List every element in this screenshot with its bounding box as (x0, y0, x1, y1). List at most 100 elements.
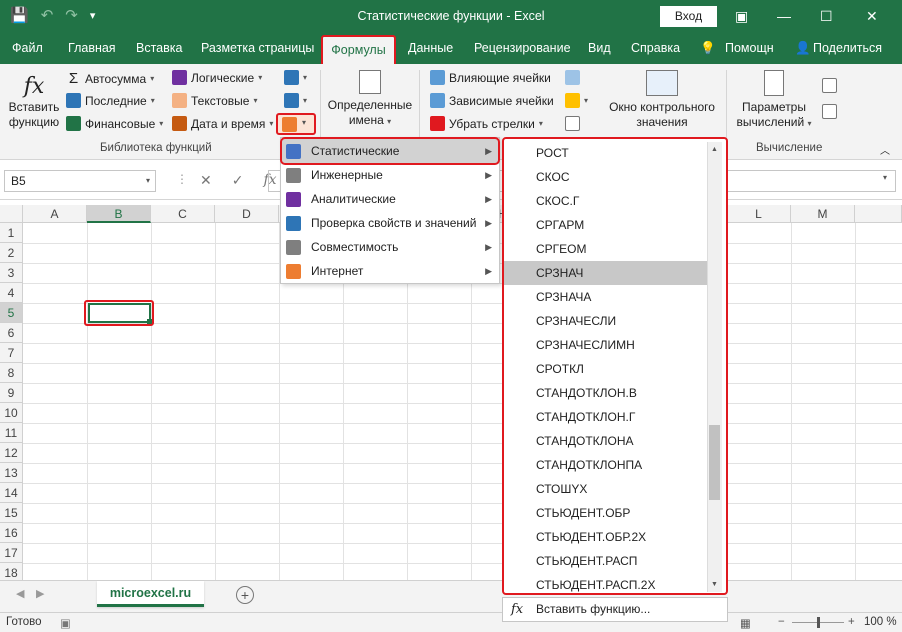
close-icon[interactable]: ✕ (866, 5, 878, 27)
function-item[interactable]: СТАНДОТКЛОН.Г (504, 405, 710, 429)
menu-item-statistical[interactable]: Статистические ▶ (280, 137, 500, 165)
calc-options-button[interactable]: Параметры вычислений ▾ (734, 70, 814, 131)
row-header[interactable]: 15 (0, 503, 23, 523)
drag-handle[interactable]: ⋮ (176, 172, 188, 186)
evaluate-formula-button[interactable] (565, 116, 580, 131)
function-item[interactable]: СКОС.Г (504, 189, 710, 213)
function-list-scrollbar[interactable] (707, 142, 722, 592)
function-item[interactable]: СТАНДОТКЛОНА (504, 429, 710, 453)
login-button[interactable]: Вход (660, 6, 717, 27)
column-header[interactable]: C (151, 205, 215, 223)
function-item[interactable]: СТАНДОТКЛОН.В (504, 381, 710, 405)
row-header[interactable]: 2 (0, 243, 23, 263)
select-all-corner[interactable] (0, 205, 23, 223)
column-header[interactable] (855, 205, 902, 223)
function-item[interactable]: СТАНДОТКЛОНПА (504, 453, 710, 477)
row-header[interactable]: 13 (0, 463, 23, 483)
trace-precedents-button[interactable]: Влияющие ячейки (430, 70, 551, 85)
row-header[interactable]: 14 (0, 483, 23, 503)
row-header[interactable]: 10 (0, 403, 23, 423)
row-header[interactable]: 7 (0, 343, 23, 363)
calc-now-button[interactable] (822, 78, 837, 93)
function-item[interactable]: СРГАРМ (504, 213, 710, 237)
tab-view[interactable]: Вид (588, 41, 611, 55)
function-item[interactable]: СРЗНАЧЕСЛИ (504, 309, 710, 333)
prev-sheet-icon[interactable]: ◀ (16, 587, 24, 600)
share-button[interactable]: Поделиться (813, 41, 882, 55)
zoom-level[interactable]: 100 % (864, 616, 897, 628)
date-time-button[interactable]: Дата и время ▾ (172, 116, 273, 131)
cancel-icon[interactable]: ✕ (200, 172, 212, 189)
zoom-out-icon[interactable]: − (778, 616, 785, 628)
macro-record-icon[interactable]: ▣ (60, 616, 71, 630)
maximize-icon[interactable]: ☐ (820, 5, 833, 27)
recent-button[interactable]: Последние ▾ (66, 93, 155, 108)
function-item[interactable]: РОСТ (504, 141, 710, 165)
zoom-in-icon[interactable]: + (848, 616, 855, 628)
name-box[interactable]: B5 ▾ (4, 170, 156, 192)
row-header[interactable]: 11 (0, 423, 23, 443)
trace-dependents-button[interactable]: Зависимые ячейки (430, 93, 554, 108)
sheet-tab-active[interactable]: microexcel.ru (97, 581, 204, 607)
row-header[interactable]: 12 (0, 443, 23, 463)
scroll-down-icon[interactable]: ▼ (709, 579, 720, 590)
expand-formula-icon[interactable]: ▾ (883, 173, 887, 182)
insert-function-menu-item[interactable]: fx Вставить функцию... (502, 597, 728, 622)
financial-button[interactable]: Финансовые ▾ (66, 116, 163, 131)
tab-page-layout[interactable]: Разметка страницы (201, 41, 314, 55)
more-functions-button[interactable]: ▾ (276, 113, 316, 135)
tab-insert[interactable]: Вставка (136, 41, 182, 55)
math-button[interactable]: ▾ (284, 93, 307, 108)
show-formulas-button[interactable] (565, 70, 580, 85)
lightbulb-icon[interactable]: 💡 (700, 41, 716, 56)
enter-icon[interactable]: ✓ (232, 172, 244, 189)
minimize-icon[interactable]: — (777, 5, 791, 27)
column-header[interactable]: D (215, 205, 279, 223)
menu-item-web[interactable]: Интернет ▶ (282, 259, 498, 283)
column-header[interactable]: M (791, 205, 855, 223)
function-item[interactable]: СТЬЮДЕНТ.РАСП (504, 549, 710, 573)
menu-item-compatibility[interactable]: Совместимость ▶ (282, 235, 498, 259)
row-header[interactable]: 6 (0, 323, 23, 343)
row-header[interactable]: 4 (0, 283, 23, 303)
function-item[interactable]: СКОС (504, 165, 710, 189)
function-item[interactable]: СТОШYX (504, 477, 710, 501)
logical-button[interactable]: Логические ▾ (172, 70, 262, 85)
tab-formulas[interactable]: Формулы (321, 35, 396, 64)
next-sheet-icon[interactable]: ▶ (36, 587, 44, 600)
insert-function-button[interactable]: fx Вставить функцию (6, 74, 62, 130)
function-item[interactable]: СРОТКЛ (504, 357, 710, 381)
share-icon[interactable]: 👤 (795, 41, 811, 56)
add-sheet-button[interactable]: + (236, 586, 254, 604)
function-item[interactable]: СТЬЮДЕНТ.РАСП.2X (504, 573, 710, 593)
lookup-button[interactable]: ▾ (284, 70, 307, 85)
tell-me-search[interactable]: Помощн (725, 41, 774, 55)
remove-arrows-button[interactable]: Убрать стрелки ▾ (430, 116, 543, 131)
function-item[interactable]: СТЬЮДЕНТ.ОБР.2X (504, 525, 710, 549)
function-item-highlighted[interactable]: СРЗНАЧ (504, 261, 710, 285)
autosum-button[interactable]: Σ Автосумма ▾ (66, 70, 154, 87)
defined-names-button[interactable]: Определенные имена ▾ (326, 70, 414, 129)
menu-item-cube[interactable]: Аналитические ▶ (282, 187, 498, 211)
tab-help[interactable]: Справка (631, 41, 680, 55)
zoom-slider-thumb[interactable] (817, 617, 820, 628)
calc-sheet-button[interactable] (822, 104, 837, 119)
scrollbar-thumb[interactable] (709, 425, 720, 500)
row-header[interactable]: 1 (0, 223, 23, 243)
ribbon-display-icon[interactable]: ▣ (735, 5, 748, 27)
watch-window-button[interactable]: Окно контрольного значения (604, 70, 720, 130)
row-header[interactable]: 3 (0, 263, 23, 283)
row-header[interactable]: 8 (0, 363, 23, 383)
menu-item-information[interactable]: Проверка свойств и значений ▶ (282, 211, 498, 235)
error-checking-button[interactable]: ▾ (565, 93, 588, 108)
tab-data[interactable]: Данные (408, 41, 453, 55)
row-header[interactable]: 16 (0, 523, 23, 543)
row-header[interactable]: 9 (0, 383, 23, 403)
function-item[interactable]: СРГЕОМ (504, 237, 710, 261)
text-button[interactable]: Текстовые ▾ (172, 93, 257, 108)
row-header-selected[interactable]: 5 (0, 303, 23, 323)
column-header-selected[interactable]: B (87, 205, 151, 223)
tab-home[interactable]: Главная (68, 41, 116, 55)
normal-view-icon[interactable]: ▦ (740, 616, 751, 630)
function-item[interactable]: СРЗНАЧЕСЛИМН (504, 333, 710, 357)
